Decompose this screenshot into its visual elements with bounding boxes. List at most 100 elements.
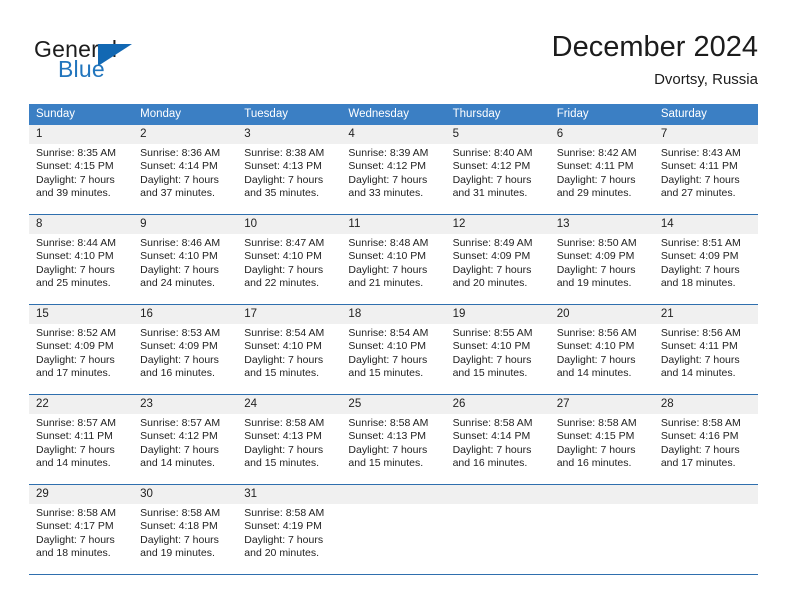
day-daylight-1-text: Daylight: 7 hours bbox=[140, 173, 219, 186]
day-number: 4 bbox=[341, 125, 446, 144]
day-info: Sunrise: 8:39 AM Sunset: 4:12 PM Daylight:… bbox=[341, 144, 445, 201]
day-cell-24[interactable]: 24 Sunrise: 8:58 AM Sunset: 4:13 PM Dayligh… bbox=[237, 395, 342, 484]
day-info: Sunrise: 8:52 AM Sunset: 4:09 PM Daylight:… bbox=[29, 324, 133, 381]
day-daylight-1-text: Daylight: 7 hours bbox=[36, 353, 115, 366]
day-sunrise-text: Sunrise: 8:55 AM bbox=[452, 327, 533, 339]
title-block: December 2024 Dvortsy, Russia bbox=[552, 30, 758, 90]
day-cell-21[interactable]: 21 Sunrise: 8:56 AM Sunset: 4:11 PM Dayligh… bbox=[653, 305, 758, 394]
day-daylight-1-text: Daylight: 7 hours bbox=[660, 443, 740, 456]
weekday-header-tuesday: Tuesday bbox=[244, 108, 288, 120]
day-sunrise-text: Sunrise: 8:49 AM bbox=[452, 237, 533, 249]
day-daylight-2-text: and 24 minutes. bbox=[140, 277, 215, 290]
day-cell-31[interactable]: 31 Sunrise: 8:58 AM Sunset: 4:19 PM Dayligh… bbox=[237, 485, 342, 574]
day-cell-16[interactable]: 16 Sunrise: 8:53 AM Sunset: 4:09 PM Dayligh… bbox=[133, 305, 238, 394]
logo[interactable]: General Blue bbox=[34, 36, 214, 86]
day-cell-19[interactable]: 19 Sunrise: 8:55 AM Sunset: 4:10 PM Dayligh… bbox=[445, 305, 550, 394]
weekday-header-saturday: Saturday bbox=[660, 108, 707, 120]
day-cell-27[interactable]: 27 Sunrise: 8:58 AM Sunset: 4:15 PM Dayligh… bbox=[549, 395, 654, 484]
day-cell-6[interactable]: 6 Sunrise: 8:42 AM Sunset: 4:11 PM Daylight… bbox=[549, 125, 654, 214]
day-cell-8[interactable]: 8 Sunrise: 8:44 AM Sunset: 4:10 PM Daylight… bbox=[29, 215, 134, 304]
day-number: 2 bbox=[133, 125, 238, 144]
day-daylight-2-text: and 15 minutes. bbox=[244, 457, 319, 470]
day-number: 24 bbox=[237, 395, 342, 414]
day-cell-18[interactable]: 18 Sunrise: 8:54 AM Sunset: 4:10 PM Dayligh… bbox=[341, 305, 446, 394]
day-cell-13[interactable]: 13 Sunrise: 8:50 AM Sunset: 4:09 PM Dayligh… bbox=[549, 215, 654, 304]
day-info: Sunrise: 8:38 AM Sunset: 4:13 PM Daylight:… bbox=[237, 144, 341, 201]
day-info: Sunrise: 8:57 AM Sunset: 4:12 PM Daylight:… bbox=[133, 414, 237, 471]
calendar-week-row: 1 Sunrise: 8:35 AM Sunset: 4:15 PM Daylight… bbox=[29, 125, 758, 214]
day-daylight-1-text: Daylight: 7 hours bbox=[348, 353, 428, 366]
day-sunset-text: Sunset: 4:10 PM bbox=[348, 250, 427, 263]
day-cell-4[interactable]: 4 Sunrise: 8:39 AM Sunset: 4:12 PM Daylight… bbox=[341, 125, 446, 214]
day-sunset-text: Sunset: 4:15 PM bbox=[36, 160, 114, 173]
day-number: 27 bbox=[549, 395, 654, 414]
day-cell-15[interactable]: 15 Sunrise: 8:52 AM Sunset: 4:09 PM Dayligh… bbox=[29, 305, 134, 394]
day-cell-3[interactable]: 3 Sunrise: 8:38 AM Sunset: 4:13 PM Daylight… bbox=[237, 125, 342, 214]
day-daylight-1-text: Daylight: 7 hours bbox=[36, 173, 115, 186]
day-sunset-text: Sunset: 4:11 PM bbox=[36, 430, 113, 443]
day-number: 16 bbox=[133, 305, 238, 324]
day-cell-28[interactable]: 28 Sunrise: 8:58 AM Sunset: 4:16 PM Dayligh… bbox=[653, 395, 758, 484]
day-info: Sunrise: 8:53 AM Sunset: 4:09 PM Daylight:… bbox=[133, 324, 237, 381]
page-header: General Blue December 2024 Dvortsy, Russ… bbox=[0, 0, 792, 100]
day-cell-25[interactable]: 25 Sunrise: 8:58 AM Sunset: 4:13 PM Dayligh… bbox=[341, 395, 446, 484]
day-daylight-2-text: and 19 minutes. bbox=[140, 547, 215, 560]
day-daylight-1-text: Daylight: 7 hours bbox=[452, 173, 532, 186]
day-daylight-2-text: and 15 minutes. bbox=[244, 367, 319, 380]
day-cell-20[interactable]: 20 Sunrise: 8:56 AM Sunset: 4:10 PM Dayligh… bbox=[549, 305, 654, 394]
day-cell-23[interactable]: 23 Sunrise: 8:57 AM Sunset: 4:12 PM Dayligh… bbox=[133, 395, 238, 484]
day-cell-9[interactable]: 9 Sunrise: 8:46 AM Sunset: 4:10 PM Daylight… bbox=[133, 215, 238, 304]
day-cell-29[interactable]: 29 Sunrise: 8:58 AM Sunset: 4:17 PM Dayligh… bbox=[29, 485, 134, 574]
day-cell-30[interactable]: 30 Sunrise: 8:58 AM Sunset: 4:18 PM Dayligh… bbox=[133, 485, 238, 574]
day-number: 8 bbox=[29, 215, 134, 234]
day-daylight-1-text: Daylight: 7 hours bbox=[244, 173, 324, 186]
day-daylight-1-text: Daylight: 7 hours bbox=[556, 443, 636, 456]
day-sunset-text: Sunset: 4:10 PM bbox=[348, 340, 427, 353]
day-cell-10[interactable]: 10 Sunrise: 8:47 AM Sunset: 4:10 PM Dayligh… bbox=[237, 215, 342, 304]
day-cell-7[interactable]: 7 Sunrise: 8:43 AM Sunset: 4:11 PM Daylight… bbox=[653, 125, 758, 214]
day-sunrise-text: Sunrise: 8:35 AM bbox=[36, 147, 116, 159]
calendar-week-row: 22 Sunrise: 8:57 AM Sunset: 4:11 PM Dayligh… bbox=[29, 394, 758, 484]
day-info: Sunrise: 8:42 AM Sunset: 4:11 PM Daylight:… bbox=[550, 144, 654, 201]
day-daylight-1-text: Daylight: 7 hours bbox=[244, 533, 324, 546]
day-sunrise-text: Sunrise: 8:43 AM bbox=[660, 147, 741, 159]
table-bottom-border bbox=[29, 574, 758, 575]
day-number: 7 bbox=[653, 125, 758, 144]
day-sunrise-text: Sunrise: 8:57 AM bbox=[36, 417, 116, 429]
day-number: 6 bbox=[549, 125, 654, 144]
day-sunrise-text: Sunrise: 8:58 AM bbox=[660, 417, 741, 429]
day-info: Sunrise: 8:57 AM Sunset: 4:11 PM Daylight:… bbox=[29, 414, 133, 471]
day-sunrise-text: Sunrise: 8:58 AM bbox=[244, 417, 325, 429]
day-cell-5[interactable]: 5 Sunrise: 8:40 AM Sunset: 4:12 PM Daylight… bbox=[445, 125, 550, 214]
day-info bbox=[654, 504, 758, 507]
day-sunset-text: Sunset: 4:13 PM bbox=[244, 160, 322, 173]
day-daylight-2-text: and 39 minutes. bbox=[36, 187, 111, 200]
day-cell-12[interactable]: 12 Sunrise: 8:49 AM Sunset: 4:09 PM Dayligh… bbox=[445, 215, 550, 304]
day-daylight-2-text: and 17 minutes. bbox=[36, 367, 111, 380]
day-daylight-1-text: Daylight: 7 hours bbox=[452, 353, 532, 366]
day-number: 19 bbox=[445, 305, 550, 324]
day-info: Sunrise: 8:48 AM Sunset: 4:10 PM Daylight:… bbox=[341, 234, 445, 291]
day-info: Sunrise: 8:58 AM Sunset: 4:14 PM Daylight:… bbox=[446, 414, 550, 471]
weekday-header-row: Sunday Monday Tuesday Wednesday Thursday Frid… bbox=[29, 104, 758, 125]
day-cell-22[interactable]: 22 Sunrise: 8:57 AM Sunset: 4:11 PM Dayligh… bbox=[29, 395, 134, 484]
day-daylight-2-text: and 22 minutes. bbox=[244, 277, 319, 290]
day-sunset-text: Sunset: 4:10 PM bbox=[556, 340, 635, 353]
day-cell-14[interactable]: 14 Sunrise: 8:51 AM Sunset: 4:09 PM Dayligh… bbox=[653, 215, 758, 304]
day-cell-17[interactable]: 17 Sunrise: 8:54 AM Sunset: 4:10 PM Dayligh… bbox=[237, 305, 342, 394]
day-daylight-2-text: and 19 minutes. bbox=[556, 277, 632, 290]
day-cell-2[interactable]: 2 Sunrise: 8:36 AM Sunset: 4:14 PM Daylight… bbox=[133, 125, 238, 214]
day-info: Sunrise: 8:58 AM Sunset: 4:13 PM Daylight:… bbox=[341, 414, 445, 471]
day-cell-1[interactable]: 1 Sunrise: 8:35 AM Sunset: 4:15 PM Daylight… bbox=[29, 125, 134, 214]
day-daylight-1-text: Daylight: 7 hours bbox=[36, 443, 115, 456]
day-info: Sunrise: 8:58 AM Sunset: 4:13 PM Daylight:… bbox=[237, 414, 341, 471]
day-cell-11[interactable]: 11 Sunrise: 8:48 AM Sunset: 4:10 PM Dayligh… bbox=[341, 215, 446, 304]
day-daylight-2-text: and 14 minutes. bbox=[36, 457, 111, 470]
day-number bbox=[549, 485, 654, 504]
day-number: 1 bbox=[29, 125, 134, 144]
day-cell-26[interactable]: 26 Sunrise: 8:58 AM Sunset: 4:14 PM Dayligh… bbox=[445, 395, 550, 484]
day-daylight-1-text: Daylight: 7 hours bbox=[556, 353, 636, 366]
day-sunset-text: Sunset: 4:13 PM bbox=[348, 430, 427, 443]
day-sunrise-text: Sunrise: 8:58 AM bbox=[556, 417, 637, 429]
weekday-header-sunday: Sunday bbox=[36, 108, 76, 120]
